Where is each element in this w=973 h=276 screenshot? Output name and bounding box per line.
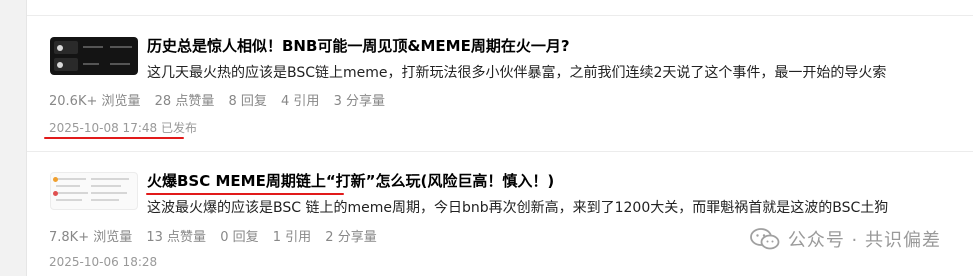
annotation-underline [146, 193, 344, 195]
article-stats: 7.8K+ 浏览量 13 点赞量 0 回复 1 引用 2 分享量 [49, 226, 387, 245]
thumb-dot [57, 62, 63, 68]
thumb-line [91, 185, 121, 187]
replies-count: 0 回复 [220, 230, 259, 245]
article-item[interactable]: 火爆BSC MEME周期链上“打新”怎么玩(风险巨高！慎入！) 这波最火爆的应该… [27, 152, 973, 276]
replies-count: 8 回复 [228, 94, 267, 109]
shares-count: 2 分享量 [325, 230, 377, 245]
quotes-count: 1 引用 [272, 230, 312, 245]
thumb-line [56, 192, 88, 194]
article-item[interactable]: 历史总是惊人相似！BNB可能一周见顶&MEME周期在火一月? 这几天最火热的应该… [27, 16, 973, 151]
publish-date: 2025-10-06 18:28 [49, 255, 158, 269]
views-count: 20.6K+ 浏览量 [49, 94, 141, 109]
publish-status: 已发布 [160, 121, 197, 135]
thumb-line [110, 46, 132, 48]
thumb-line [56, 178, 86, 180]
likes-count: 13 点赞量 [146, 230, 207, 245]
publish-date: 2025-10-08 17:48 [49, 121, 158, 135]
thumb-line [56, 185, 80, 187]
article-stats: 20.6K+ 浏览量 28 点赞量 8 回复 4 引用 3 分享量 [49, 90, 395, 109]
article-title[interactable]: 历史总是惊人相似！BNB可能一周见顶&MEME周期在火一月? [147, 35, 570, 56]
publish-info: 2025-10-08 17:48 已发布 [49, 119, 197, 136]
thumb-line [91, 199, 119, 201]
thumb-dot [53, 191, 58, 196]
shares-count: 3 分享量 [333, 94, 385, 109]
quotes-count: 4 引用 [281, 94, 320, 109]
likes-count: 28 点赞量 [154, 94, 215, 109]
article-summary: 这几天最火热的应该是BSC链上meme，打新玩法很多小伙伴暴富，之前我们连续2天… [147, 65, 887, 81]
publish-info: 2025-10-06 18:28 [49, 255, 157, 269]
thumb-line [83, 46, 103, 48]
thumb-line [110, 63, 130, 65]
thumb-line [56, 199, 82, 201]
thumb-line [91, 178, 129, 180]
annotation-underline [44, 137, 184, 139]
watermark: 公众号 · 共识偏差 [749, 226, 941, 252]
article-thumbnail[interactable] [50, 37, 138, 75]
article-summary: 这波最火爆的应该是BSC 链上的meme周期，今日bnb再次创新高，来到了120… [147, 200, 889, 216]
thumb-line [91, 192, 127, 194]
watermark-text: 公众号 · 共识偏差 [787, 230, 941, 251]
thumb-line [83, 63, 99, 65]
article-title[interactable]: 火爆BSC MEME周期链上“打新”怎么玩(风险巨高！慎入！) [147, 170, 554, 191]
wechat-icon [749, 228, 780, 250]
article-thumbnail[interactable] [50, 172, 138, 210]
views-count: 7.8K+ 浏览量 [49, 230, 133, 245]
thumb-dot [57, 45, 63, 51]
thumb-dot [53, 177, 58, 182]
